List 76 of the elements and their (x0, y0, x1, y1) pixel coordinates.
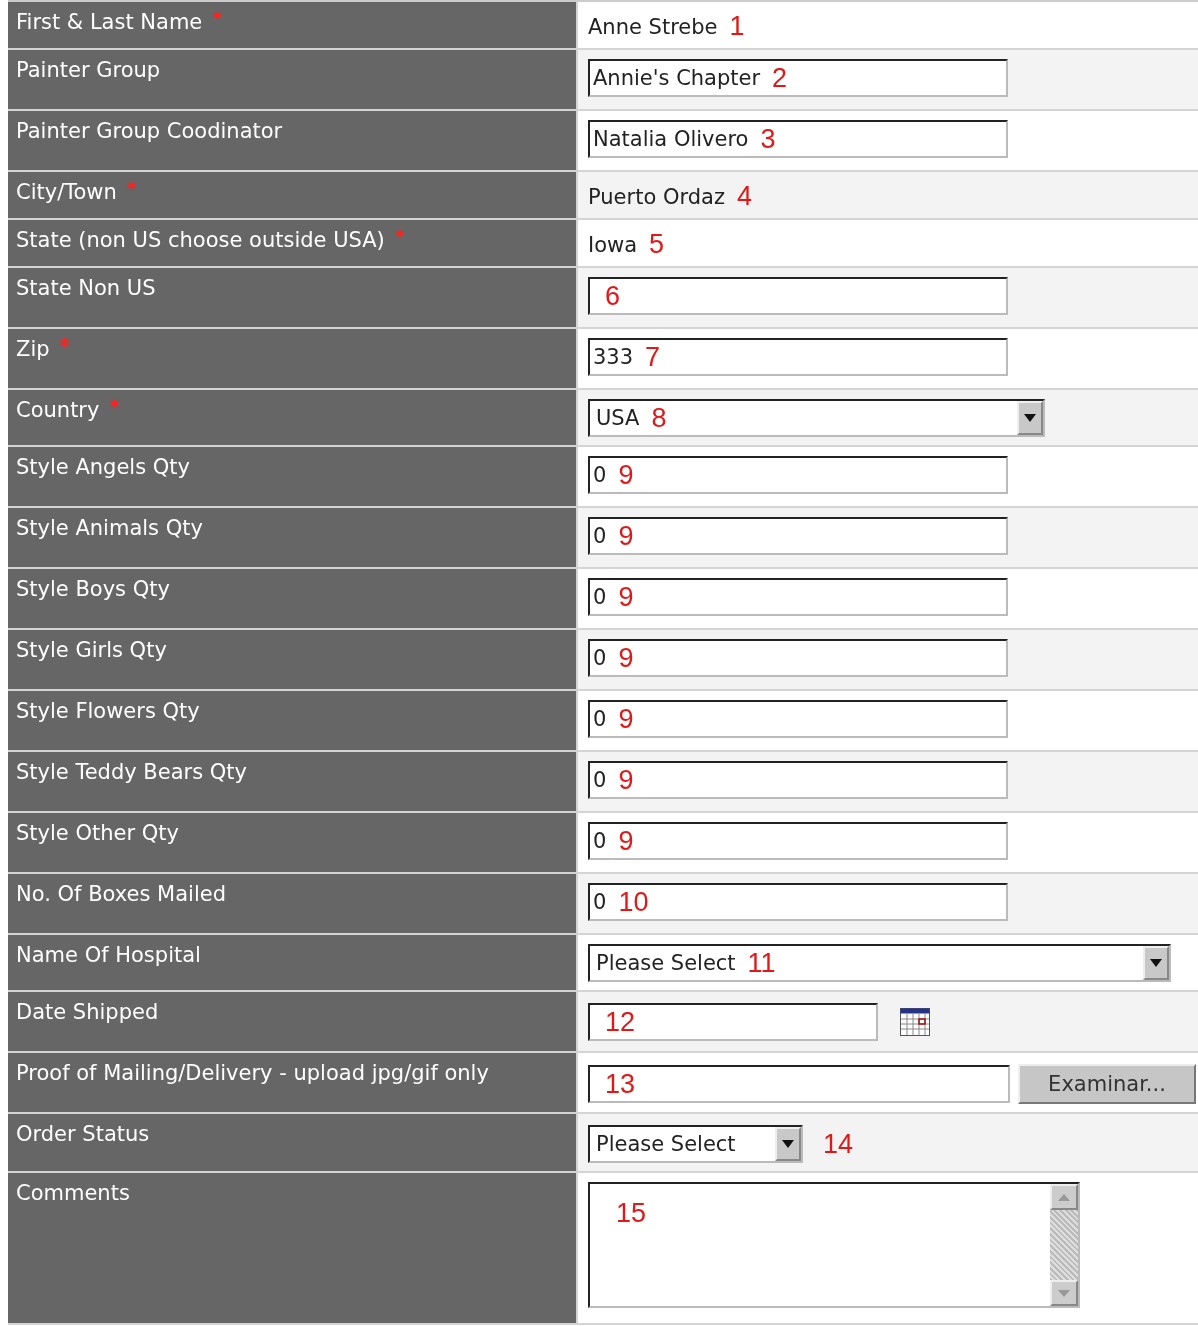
input-field[interactable]: 333 7 (588, 338, 1008, 376)
required-mark: * (126, 177, 137, 199)
input-field[interactable]: Annie's Chapter 2 (588, 59, 1008, 97)
field-value: Puerto Ordaz (588, 184, 725, 209)
dropdown-arrow-icon (1024, 414, 1036, 422)
input-field[interactable]: 0 9 (588, 761, 1008, 799)
scroll-down-icon[interactable] (1058, 1289, 1070, 1297)
dropdown[interactable]: USA 8 (588, 399, 1045, 437)
annotation-number: 10 (618, 888, 649, 916)
dropdown[interactable]: Please Select (588, 1125, 803, 1163)
input-field[interactable]: 0 10 (588, 883, 1008, 921)
comments-textarea[interactable]: 15 (588, 1182, 1080, 1308)
required-mark: * (59, 334, 70, 356)
field-label: Date Shipped (16, 1000, 159, 1024)
field-label: No. Of Boxes Mailed (16, 882, 226, 906)
dropdown-arrow-icon (782, 1140, 794, 1148)
input-field[interactable]: 6 (588, 277, 1008, 315)
input-field[interactable]: Natalia Olivero 3 (588, 120, 1008, 158)
field-label: Country (16, 398, 100, 422)
annotation-number: 8 (651, 404, 667, 432)
annotation-number: 9 (618, 766, 634, 794)
date-field[interactable]: 12 (588, 1003, 878, 1041)
annotation-number: 9 (618, 705, 634, 733)
annotation-number: 9 (618, 644, 634, 672)
field-label: Comments (16, 1181, 130, 1205)
input-field[interactable]: 0 9 (588, 700, 1008, 738)
field-label: State (non US choose outside USA) (16, 228, 385, 252)
annotation-number: 12 (605, 1008, 636, 1036)
scrollbar[interactable] (1050, 1184, 1078, 1306)
annotation-number: 13 (605, 1070, 636, 1098)
annotation-number: 14 (823, 1128, 854, 1159)
dropdown-arrow-icon (1150, 959, 1162, 967)
field-label: Style Angels Qty (16, 455, 190, 479)
annotation-number: 1 (729, 13, 745, 40)
annotation-number: 15 (616, 1198, 647, 1228)
field-label: City/Town (16, 180, 117, 204)
field-label: First & Last Name (16, 10, 203, 34)
input-field[interactable]: 0 9 (588, 517, 1008, 555)
annotation-number: 2 (772, 64, 788, 92)
annotation-number: 6 (605, 282, 621, 310)
field-label: Name Of Hospital (16, 943, 201, 967)
calendar-icon[interactable] (900, 1008, 930, 1036)
scroll-up-icon[interactable] (1058, 1193, 1070, 1201)
annotation-number: 3 (760, 125, 776, 153)
annotation-number: 11 (747, 949, 776, 977)
annotation-number: 5 (649, 231, 665, 258)
field-label: Style Teddy Bears Qty (16, 760, 247, 784)
field-label: Style Other Qty (16, 821, 179, 845)
required-mark: * (212, 7, 223, 29)
field-label: Style Flowers Qty (16, 699, 200, 723)
annotation-number: 9 (618, 583, 634, 611)
browse-button[interactable]: Examinar... (1018, 1064, 1196, 1104)
input-field[interactable]: 0 9 (588, 639, 1008, 677)
field-label: Painter Group (16, 58, 161, 82)
input-field[interactable]: 0 9 (588, 822, 1008, 860)
field-label: Style Girls Qty (16, 638, 167, 662)
field-label: Order Status (16, 1122, 150, 1146)
field-label: Zip (16, 337, 50, 361)
required-mark: * (109, 395, 120, 417)
field-label: Style Boys Qty (16, 577, 170, 601)
dropdown[interactable]: Please Select 11 (588, 944, 1171, 982)
field-label: Painter Group Coodinator (16, 119, 283, 143)
annotation-number: 9 (618, 522, 634, 550)
annotation-number: 7 (645, 343, 661, 371)
field-value: Iowa (588, 232, 638, 257)
input-field[interactable]: 0 9 (588, 578, 1008, 616)
field-label: Proof of Mailing/Delivery - upload jpg/gif only (16, 1061, 489, 1085)
field-value: Anne Strebe (588, 14, 718, 39)
field-label: Style Animals Qty (16, 516, 203, 540)
field-label: State Non US (16, 276, 156, 300)
annotation-number: 9 (618, 461, 634, 489)
input-field[interactable]: 0 9 (588, 456, 1008, 494)
file-path-field[interactable]: 13 (588, 1065, 1010, 1103)
annotation-number: 9 (618, 827, 634, 855)
annotation-number: 4 (736, 183, 752, 210)
required-mark: * (394, 225, 405, 247)
